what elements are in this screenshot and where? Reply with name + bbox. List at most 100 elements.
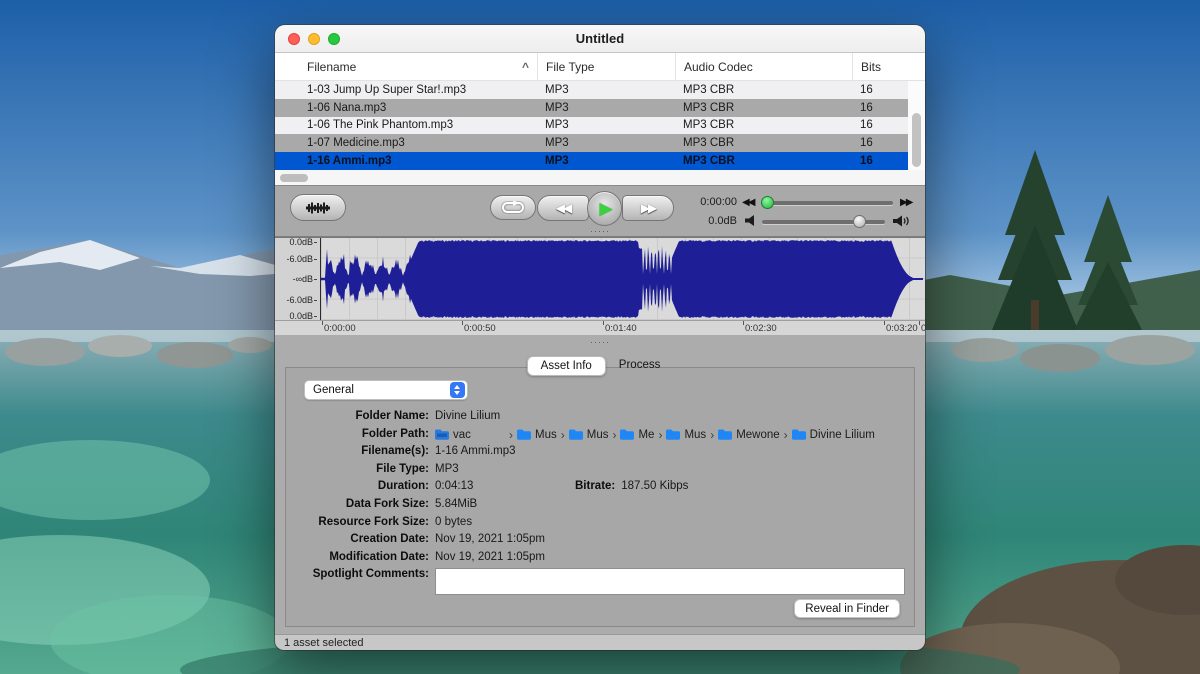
field-row: Folder Name: Divine Lilium xyxy=(286,408,914,426)
table-cell: MP3 xyxy=(537,119,675,131)
table-row[interactable]: 1-06 The Pink Phantom.mp3MP3MP3 CBR16 xyxy=(275,117,908,135)
breadcrumb-label: Mus xyxy=(535,429,557,441)
rewind-icon: ◀◀ xyxy=(556,201,570,215)
fast-forward-button[interactable]: ▶▶ xyxy=(622,195,674,221)
sort-ascending-icon: ^ xyxy=(522,60,529,74)
field-value-text: Nov 19, 2021 1:05pm xyxy=(435,551,545,563)
volume-slider-track[interactable] xyxy=(762,220,885,224)
tab-bar: Asset InfoProcess xyxy=(275,356,925,376)
field-label: Spotlight Comments: xyxy=(286,566,429,580)
breadcrumb-label: Divine Lilium xyxy=(810,429,875,441)
table-header: Filename ^ File Type Audio Codec Bits xyxy=(275,53,925,81)
field-row: Duration:0:04:13Bitrate:187.50 Kibps xyxy=(286,478,914,496)
breadcrumb-separator-icon: › xyxy=(612,428,616,442)
table-cell: 1-07 Medicine.mp3 xyxy=(299,137,537,149)
play-button[interactable]: ▶ xyxy=(587,191,622,226)
reveal-in-finder-button[interactable]: Reveal in Finder xyxy=(794,599,900,618)
asset-info-panel: General Folder Name:Divine LiliumFolder … xyxy=(285,367,915,627)
breadcrumb-item[interactable]: vac xyxy=(435,429,505,441)
column-header-bits[interactable]: Bits xyxy=(852,53,908,80)
folder-icon xyxy=(666,429,680,440)
category-popup[interactable]: General xyxy=(304,380,468,400)
table-cell: 1-03 Jump Up Super Star!.mp3 xyxy=(299,84,537,96)
table-row[interactable]: 1-06 Nana.mp3MP3MP3 CBR16 xyxy=(275,99,908,117)
table-row[interactable]: 1-07 Medicine.mp3MP3MP3 CBR16 xyxy=(275,134,908,152)
column-header-filename[interactable]: Filename ^ xyxy=(299,53,537,80)
volume-min-icon[interactable] xyxy=(745,215,754,226)
waveform-plot[interactable] xyxy=(321,238,925,320)
seek-back-icon[interactable]: ◀◀ xyxy=(742,197,753,208)
field-row: Filename(s):1-16 Ammi.mp3 xyxy=(286,443,914,461)
table-cell: 16 xyxy=(852,102,908,114)
window-title: Untitled xyxy=(275,31,925,46)
column-header-codec[interactable]: Audio Codec xyxy=(675,53,852,80)
time-tick-label: 0:01:40 xyxy=(605,323,637,334)
splitter-handle[interactable]: ····· xyxy=(275,337,925,347)
breadcrumb-item[interactable]: Me xyxy=(620,429,654,441)
waveform-panel: 0.0dB-6.0dB-∞dB-6.0dB0.0dB 0:00:000:00:5… xyxy=(275,237,925,335)
db-tick-label: 0.0dB xyxy=(289,237,317,247)
breadcrumb-item[interactable]: Divine Lilium xyxy=(792,429,875,441)
table-cell: MP3 CBR xyxy=(675,137,852,149)
horizontal-scrollbar-track[interactable] xyxy=(275,170,925,186)
field-value: 1-16 Ammi.mp3 xyxy=(429,443,914,457)
waveform-toggle-button[interactable] xyxy=(290,194,346,221)
fast-forward-icon: ▶▶ xyxy=(641,201,655,215)
folder-icon xyxy=(718,429,732,440)
time-tick xyxy=(743,321,744,325)
field-value-text: Divine Lilium xyxy=(435,410,500,422)
splitter-handle[interactable]: ····· xyxy=(275,226,925,236)
field-value: 5.84MiB xyxy=(429,496,914,510)
folder-icon xyxy=(620,429,634,440)
breadcrumb-item[interactable]: Mewone xyxy=(718,429,779,441)
popup-stepper-icon xyxy=(450,382,465,398)
asset-table-body: 1-03 Jump Up Super Star!.mp3MP3MP3 CBR16… xyxy=(275,81,908,170)
loop-button[interactable] xyxy=(490,195,536,220)
time-slider-knob[interactable] xyxy=(761,196,774,209)
time-slider-track[interactable] xyxy=(762,201,893,205)
tab-process[interactable]: Process xyxy=(606,356,674,376)
waveform-icon xyxy=(305,201,331,215)
status-text: 1 asset selected xyxy=(284,637,364,649)
field-value: Nov 19, 2021 1:05pm xyxy=(429,549,914,563)
table-cell: MP3 CBR xyxy=(675,155,852,167)
title-bar[interactable]: Untitled xyxy=(275,25,925,53)
field-label: Folder Path: xyxy=(286,426,429,440)
table-cell: MP3 xyxy=(537,137,675,149)
field-row: Spotlight Comments: xyxy=(286,566,914,596)
rewind-button[interactable]: ◀◀ xyxy=(537,195,589,221)
table-row[interactable]: 1-16 Ammi.mp3MP3MP3 CBR16 xyxy=(275,152,908,170)
time-tick xyxy=(884,321,885,325)
vertical-scrollbar-thumb[interactable] xyxy=(912,113,921,167)
breadcrumb-label: Mus xyxy=(684,429,706,441)
field-label: Creation Date: xyxy=(286,531,429,545)
breadcrumb-item[interactable]: Mus xyxy=(517,429,557,441)
folder-icon xyxy=(569,429,583,440)
table-cell: 16 xyxy=(852,84,908,96)
db-tick-label: -6.0dB xyxy=(286,295,317,305)
table-cell: MP3 CBR xyxy=(675,84,852,96)
time-tick xyxy=(462,321,463,325)
time-tick-label: 0: xyxy=(921,323,925,334)
table-cell: MP3 xyxy=(537,102,675,114)
seek-forward-icon[interactable]: ▶▶ xyxy=(900,197,911,208)
table-row[interactable]: 1-03 Jump Up Super Star!.mp3MP3MP3 CBR16 xyxy=(275,81,908,99)
horizontal-scrollbar-thumb[interactable] xyxy=(280,174,308,182)
field-value: 0 bytes xyxy=(429,514,914,528)
time-axis: 0:00:000:00:500:01:400:02:300:03:200: xyxy=(275,320,925,335)
field-value: Divine Lilium xyxy=(429,408,914,422)
field-label: Resource Fork Size: xyxy=(286,514,429,528)
breadcrumb-item[interactable]: Mus xyxy=(666,429,706,441)
app-window: Untitled Filename ^ File Type Audio Code… xyxy=(275,25,925,650)
breadcrumb-item[interactable]: Mus xyxy=(569,429,609,441)
field-label: Folder Name: xyxy=(286,408,429,422)
spotlight-comments-input[interactable] xyxy=(435,568,905,595)
table-cell: 16 xyxy=(852,119,908,131)
time-tick-label: 0:03:20 xyxy=(886,323,918,334)
field-value-text: MP3 xyxy=(435,463,459,475)
field-row: Creation Date:Nov 19, 2021 1:05pm xyxy=(286,531,914,549)
time-tick-label: 0:00:00 xyxy=(324,323,356,334)
column-header-filetype[interactable]: File Type xyxy=(537,53,675,80)
breadcrumb-label: Mus xyxy=(587,429,609,441)
tab-asset-info[interactable]: Asset Info xyxy=(527,356,606,376)
